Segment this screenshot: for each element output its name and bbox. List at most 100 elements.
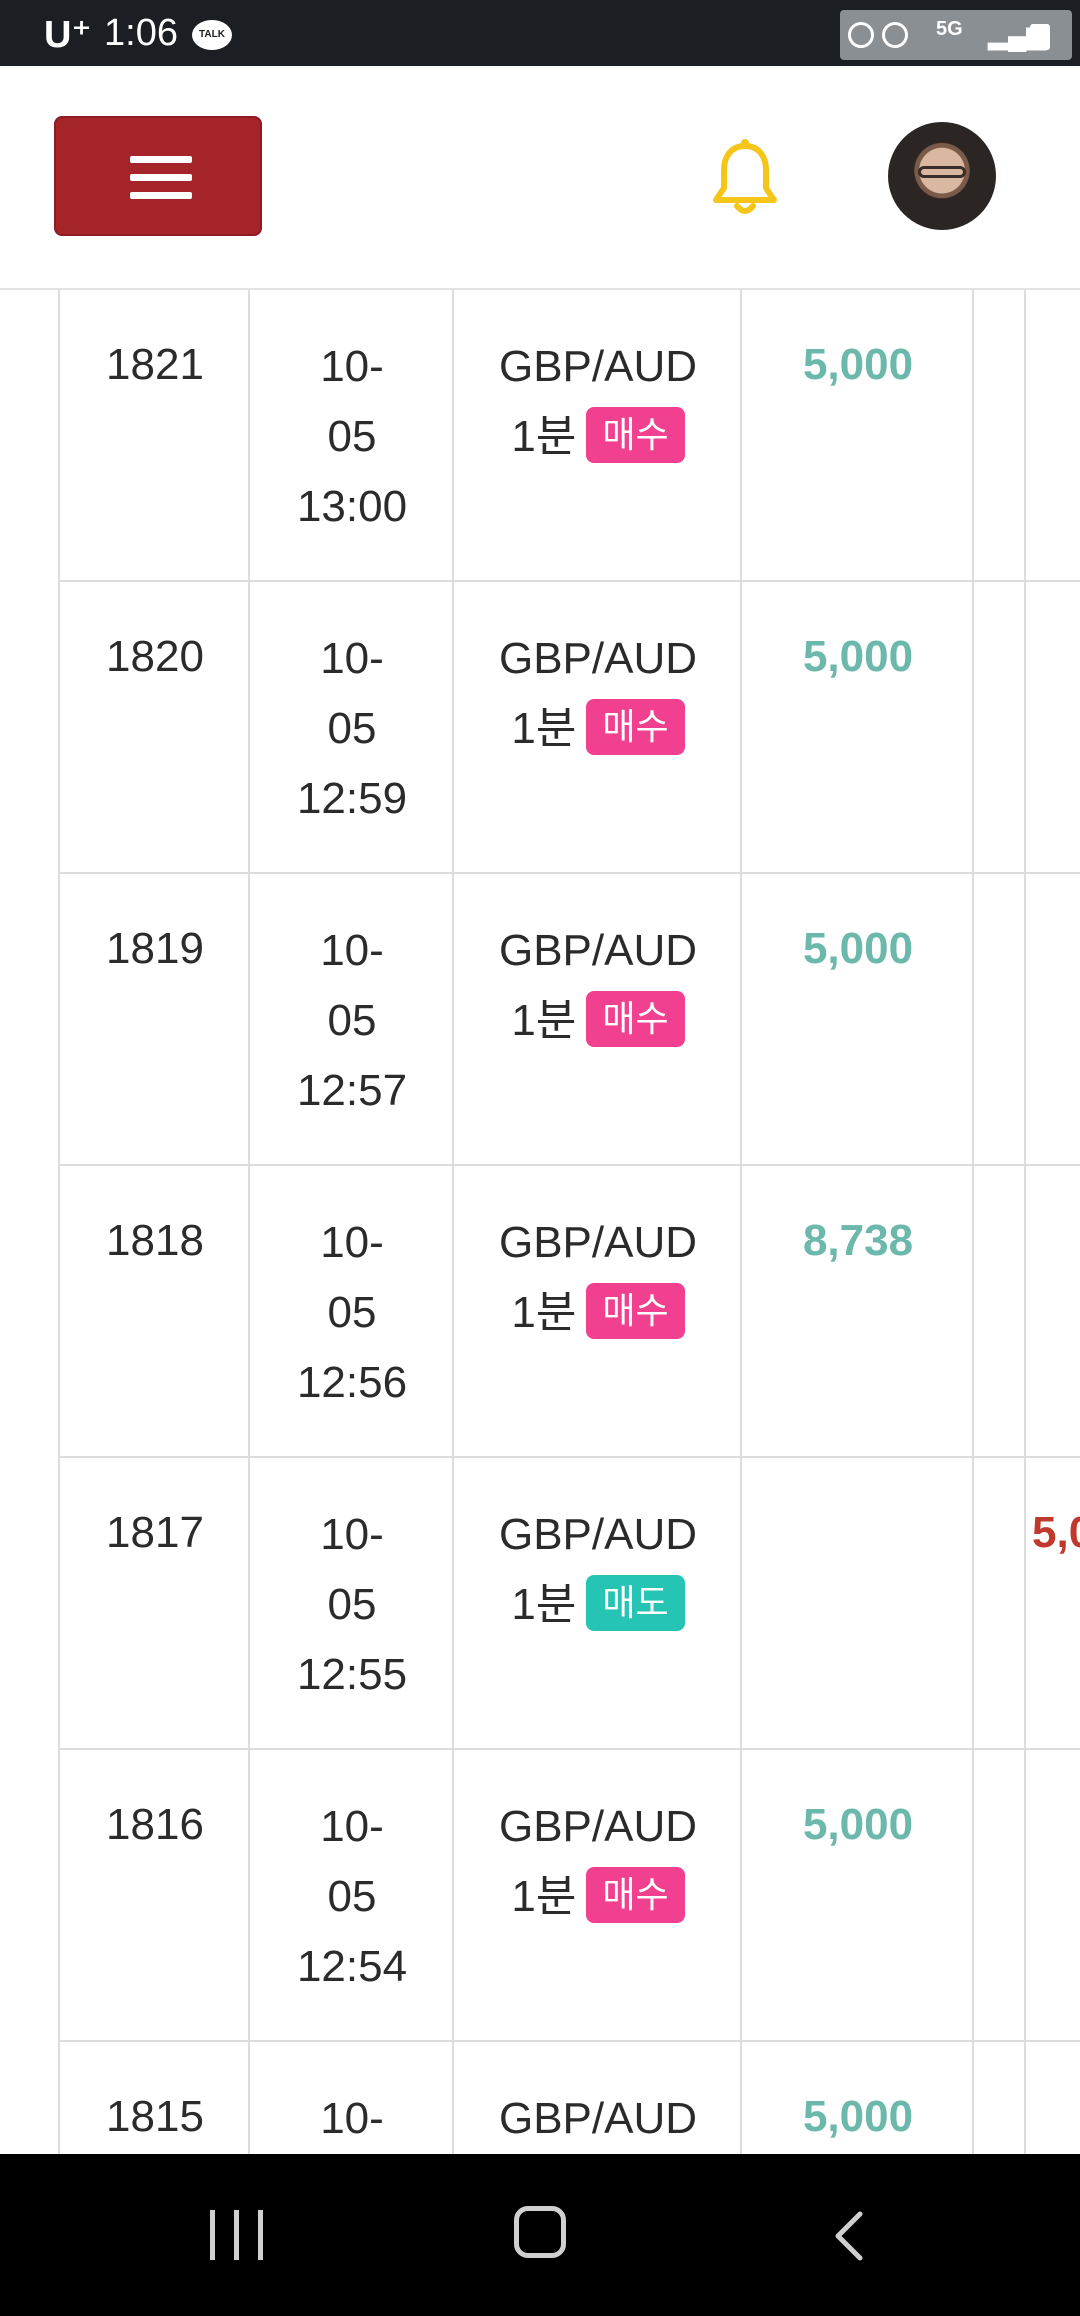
trade-datetime: 10- 05 12:56 — [250, 1208, 454, 1418]
trade-date: 10- — [320, 634, 384, 683]
loss-cell — [1026, 1750, 1080, 2040]
trade-date-day: 05 — [327, 704, 377, 753]
id-cell: 1817 — [60, 1458, 250, 1748]
datetime-cell: 10- 05 12:54 — [250, 1750, 454, 2040]
trade-id: 1818 — [106, 1216, 204, 1265]
trade-datetime: 10- 05 12:59 — [250, 624, 454, 834]
trade-time: 12:59 — [296, 774, 408, 823]
trade-time: 12:54 — [296, 1942, 408, 1991]
amount-cell — [742, 1458, 974, 1748]
back-icon[interactable] — [830, 2210, 866, 2262]
profit-amount: 5,000 — [802, 1800, 914, 1849]
bell-icon[interactable] — [710, 138, 780, 218]
table-row[interactable]: 1815 10- GBP/AUD 5,000 — [60, 2042, 1080, 2154]
trade-id: 1821 — [106, 340, 204, 389]
status-bar: U⁺ 1:06 TALK 5G ▂▄▆ — [0, 0, 1080, 66]
datetime-cell: 10- 05 12:55 — [250, 1458, 454, 1748]
loss-cell — [1026, 874, 1080, 1164]
id-cell: 1820 — [60, 582, 250, 872]
trade-id: 1817 — [106, 1508, 204, 1557]
id-cell: 1821 — [60, 290, 250, 580]
battery-icon — [1030, 24, 1050, 50]
recent-bar — [258, 2210, 263, 2260]
trade-date-day: 05 — [327, 412, 377, 461]
clock-time: 1:06 — [104, 12, 178, 54]
empty-cell — [974, 290, 1026, 580]
table-row[interactable]: 1816 10- 05 12:54 GBP/AUD 1분 매수 5,000 — [60, 1750, 1080, 2042]
empty-cell — [974, 582, 1026, 872]
trade-time: 12:55 — [296, 1650, 408, 1699]
hamburger-line — [130, 192, 192, 199]
app-header — [0, 66, 1080, 290]
id-cell: 1819 — [60, 874, 250, 1164]
trade-id: 1816 — [106, 1800, 204, 1849]
trade-date: 10- — [320, 1218, 384, 1267]
interval-label: 1분 — [511, 1288, 577, 1337]
trade-time: 12:56 — [296, 1358, 408, 1407]
trade-datetime: 10- 05 12:54 — [250, 1792, 454, 2002]
profit-amount: 5,000 — [802, 632, 914, 681]
network-5g-label: 5G — [936, 18, 963, 40]
datetime-cell: 10- 05 12:59 — [250, 582, 454, 872]
interval-line: 1분 매수 — [511, 694, 685, 764]
currency-pair: GBP/AUD — [498, 634, 698, 683]
amount-cell: 5,000 — [742, 2042, 974, 2154]
avatar-glasses — [918, 166, 966, 178]
table-row[interactable]: 1820 10- 05 12:59 GBP/AUD 1분 매수 5,000 — [60, 582, 1080, 874]
amount-cell: 5,000 — [742, 874, 974, 1164]
trade-history-table: 1821 10- 05 13:00 GBP/AUD 1분 매수 5,000 1820 1… — [0, 290, 1080, 2154]
recent-bar — [234, 2210, 239, 2260]
currency-pair: GBP/AUD — [498, 342, 698, 391]
currency-pair: GBP/AUD — [498, 2094, 698, 2143]
trade-id: 1820 — [106, 632, 204, 681]
recent-apps-icon[interactable] — [210, 2210, 264, 2260]
home-icon[interactable] — [514, 2206, 566, 2258]
loss-cell — [1026, 1166, 1080, 1456]
empty-cell — [974, 2042, 1026, 2154]
user-avatar[interactable] — [888, 122, 996, 230]
trade-pair-block: GBP/AUD 1분 매수 — [454, 332, 742, 472]
buy-badge: 매수 — [586, 699, 685, 756]
interval-label: 1분 — [511, 1580, 577, 1629]
trade-id: 1819 — [106, 924, 204, 973]
pair-cell: GBP/AUD 1분 매수 — [454, 1750, 742, 2040]
kakaotalk-icon: TALK — [192, 20, 232, 50]
loss-cell — [1026, 290, 1080, 580]
loss-cell: 5,0 — [1026, 1458, 1080, 1748]
profit-amount: 5,000 — [802, 2092, 914, 2141]
interval-label: 1분 — [511, 704, 577, 753]
trade-pair-block: GBP/AUD 1분 매수 — [454, 1208, 742, 1348]
currency-pair: GBP/AUD — [498, 1510, 698, 1559]
empty-cell — [974, 1166, 1026, 1456]
trade-date-day: 05 — [327, 1872, 377, 1921]
table-row[interactable]: 1817 10- 05 12:55 GBP/AUD 1분매도 5,0 — [60, 1458, 1080, 1750]
table-row[interactable]: 1818 10- 05 12:56 GBP/AUD 1분 매수 8,738 — [60, 1166, 1080, 1458]
empty-cell — [974, 1750, 1026, 2040]
profit-amount: 8,738 — [802, 1216, 914, 1265]
loss-cell — [1026, 582, 1080, 872]
table-row[interactable]: 1821 10- 05 13:00 GBP/AUD 1분 매수 5,000 — [60, 290, 1080, 582]
interval-label: 1분 — [511, 996, 577, 1045]
trade-date-day: 05 — [327, 1288, 377, 1337]
amount-cell: 8,738 — [742, 1166, 974, 1456]
trade-date: 10- — [320, 2094, 384, 2143]
buy-badge: 매수 — [586, 1867, 685, 1924]
pair-cell: GBP/AUD 1분 매수 — [454, 582, 742, 872]
buy-badge: 매수 — [586, 1283, 685, 1340]
trade-time: 12:57 — [296, 1066, 408, 1115]
pair-cell: GBP/AUD — [454, 2042, 742, 2154]
trade-datetime: 10- 05 12:57 — [250, 916, 454, 1126]
currency-pair: GBP/AUD — [498, 1802, 698, 1851]
table-row[interactable]: 1819 10- 05 12:57 GBP/AUD 1분 매수 5,000 — [60, 874, 1080, 1166]
menu-button[interactable] — [54, 116, 262, 236]
profit-amount: 5,000 — [802, 924, 914, 973]
buy-badge: 매수 — [586, 991, 685, 1048]
trade-datetime: 10- — [250, 2084, 454, 2154]
carrier-label: U⁺ — [44, 14, 92, 56]
trade-time: 13:00 — [296, 482, 408, 531]
id-cell: 1818 — [60, 1166, 250, 1456]
interval-line: 1분 매수 — [511, 986, 685, 1056]
trade-id: 1815 — [106, 2092, 204, 2141]
pair-cell: GBP/AUD 1분 매수 — [454, 290, 742, 580]
status-icons: 5G ▂▄▆ — [840, 10, 1072, 60]
